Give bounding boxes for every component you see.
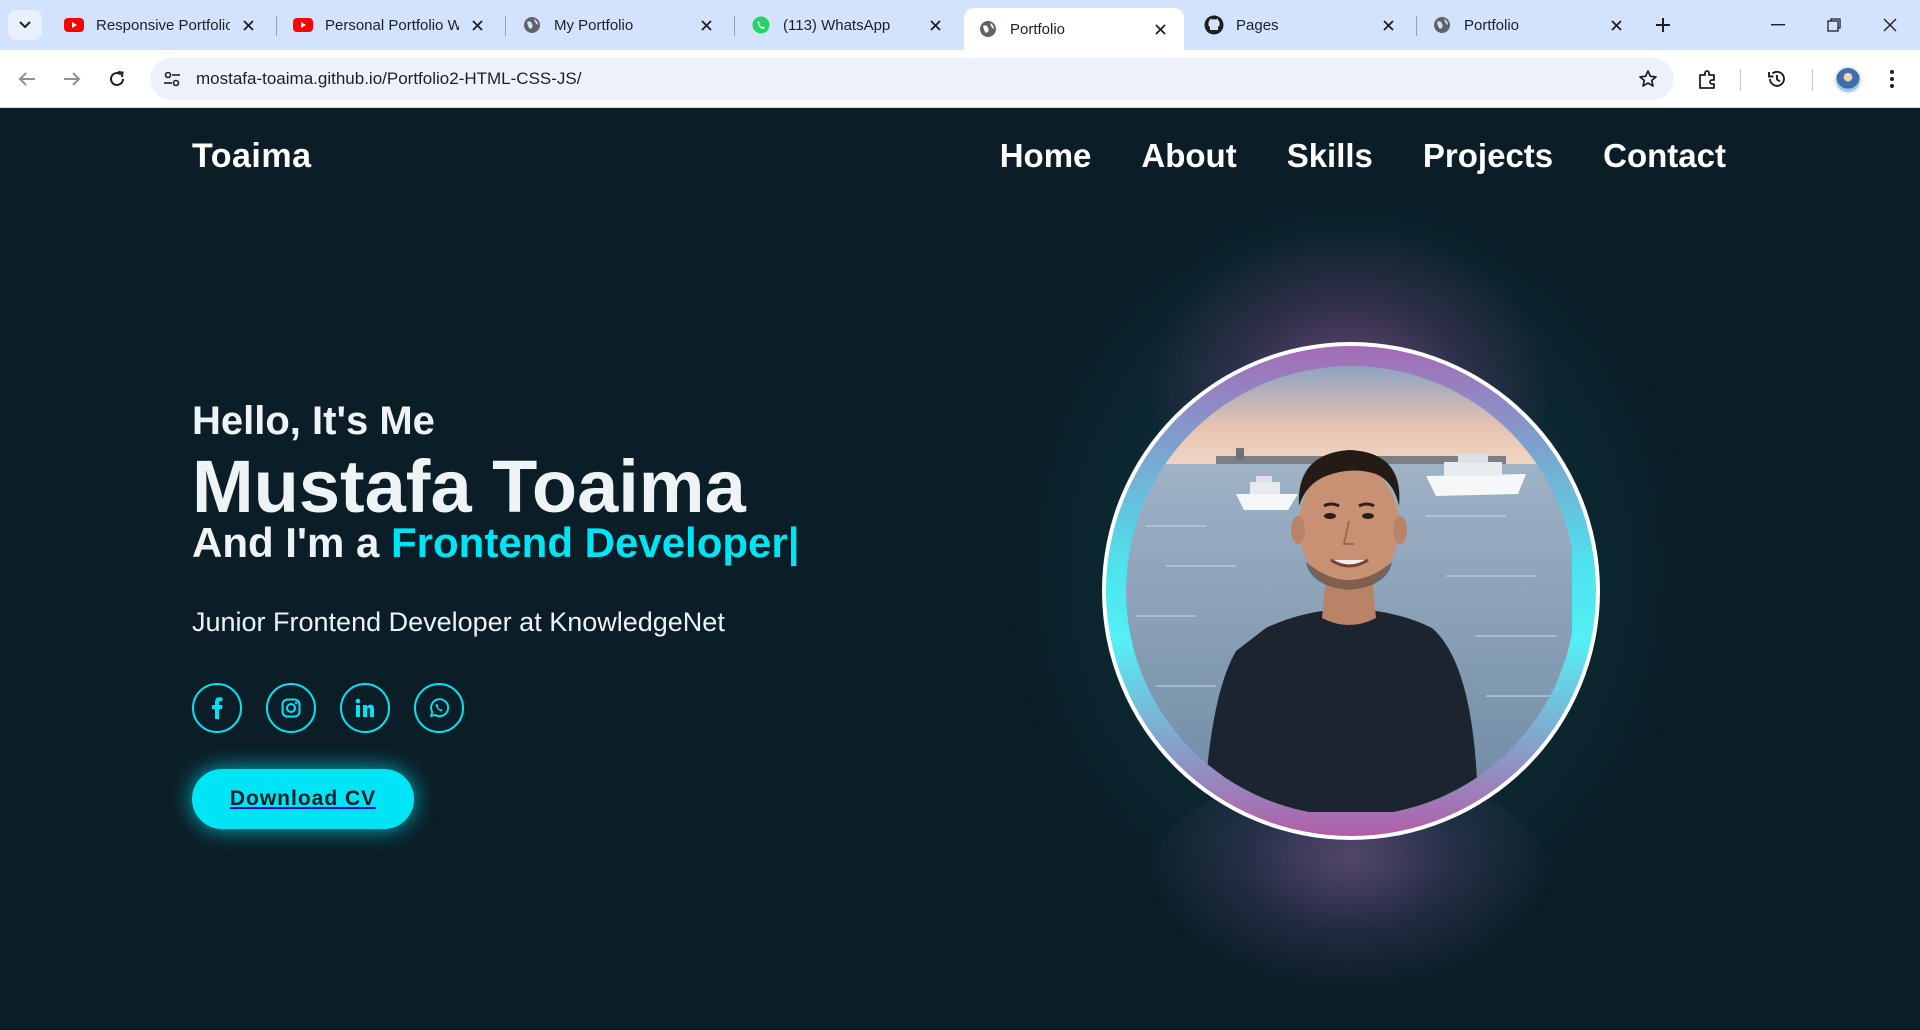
social-links bbox=[192, 683, 464, 733]
tab-title: Personal Portfolio We bbox=[325, 16, 459, 34]
close-icon[interactable] bbox=[1150, 19, 1170, 39]
portfolio-page: Toaima Home About Skills Projects Contac… bbox=[0, 109, 1920, 1030]
close-icon[interactable] bbox=[467, 15, 487, 35]
profile-avatar[interactable] bbox=[1834, 66, 1862, 94]
profile-photo-illustration bbox=[1126, 366, 1572, 812]
puzzle-icon bbox=[1699, 70, 1715, 89]
chevron-down-icon bbox=[19, 21, 31, 29]
close-icon[interactable] bbox=[696, 15, 716, 35]
download-cv-button[interactable]: Download CV bbox=[192, 769, 414, 829]
nav-skills[interactable]: Skills bbox=[1287, 137, 1373, 175]
profile-photo-frame bbox=[1102, 342, 1600, 840]
instagram-link[interactable] bbox=[266, 683, 316, 733]
nav-contact[interactable]: Contact bbox=[1603, 137, 1726, 175]
whatsapp-link[interactable] bbox=[414, 683, 464, 733]
browser-tab[interactable]: Pages bbox=[1190, 8, 1412, 42]
address-bar[interactable]: mostafa-toaima.github.io/Portfolio2-HTML… bbox=[150, 58, 1674, 100]
close-icon[interactable] bbox=[1378, 15, 1398, 35]
bookmark-star-icon[interactable] bbox=[1636, 67, 1660, 91]
url-text[interactable]: mostafa-toaima.github.io/Portfolio2-HTML… bbox=[196, 69, 581, 89]
extensions-button[interactable] bbox=[1694, 65, 1722, 93]
download-cv-label: Download CV bbox=[229, 787, 377, 810]
hero-name: Mustafa Toaima bbox=[192, 445, 746, 528]
site-info-icon[interactable] bbox=[160, 67, 184, 91]
browser-tab[interactable]: Responsive Portfolio bbox=[50, 8, 272, 42]
reload-button[interactable] bbox=[100, 62, 134, 96]
youtube-icon bbox=[64, 15, 84, 35]
tab-title: Pages bbox=[1236, 16, 1279, 34]
profile-photo-gradient bbox=[1106, 346, 1596, 836]
minimize-button[interactable] bbox=[1758, 10, 1798, 40]
browser-tab-active[interactable]: Portfolio bbox=[964, 8, 1184, 50]
history-button[interactable] bbox=[1763, 65, 1791, 93]
tab-title: Responsive Portfolio bbox=[96, 16, 230, 34]
restore-button[interactable] bbox=[1814, 10, 1854, 40]
plus-icon bbox=[1656, 18, 1670, 32]
site-logo[interactable]: Toaima bbox=[192, 137, 312, 176]
typing-caret: | bbox=[787, 519, 800, 566]
hero-subtitle: Junior Frontend Developer at KnowledgeNe… bbox=[192, 607, 725, 637]
close-icon[interactable] bbox=[238, 15, 258, 35]
browser-tab[interactable]: Portfolio bbox=[1418, 8, 1640, 42]
history-icon bbox=[1768, 70, 1785, 87]
arrow-right-icon bbox=[64, 72, 81, 86]
browser-tab[interactable]: My Portfolio bbox=[508, 8, 730, 42]
whatsapp-icon bbox=[751, 15, 771, 35]
browser-menu-button[interactable] bbox=[1878, 65, 1906, 93]
browser-tab[interactable]: Personal Portfolio We bbox=[279, 8, 501, 42]
back-button[interactable] bbox=[10, 62, 44, 96]
close-window-button[interactable] bbox=[1870, 10, 1910, 40]
github-icon bbox=[1204, 15, 1224, 35]
whatsapp-icon bbox=[430, 698, 450, 718]
more-vertical-icon bbox=[1890, 70, 1894, 88]
tab-search-button[interactable] bbox=[8, 10, 42, 40]
linkedin-link[interactable] bbox=[340, 683, 390, 733]
nav-home[interactable]: Home bbox=[1000, 137, 1092, 175]
forward-button[interactable] bbox=[55, 62, 89, 96]
close-icon[interactable] bbox=[925, 15, 945, 35]
facebook-icon bbox=[212, 697, 223, 719]
tab-title: Portfolio bbox=[1010, 20, 1066, 38]
nav-about[interactable]: About bbox=[1141, 137, 1236, 175]
close-icon[interactable] bbox=[1606, 15, 1626, 35]
main-nav: Home About Skills Projects Contact bbox=[1000, 137, 1726, 175]
globe-icon bbox=[978, 19, 998, 39]
reload-icon bbox=[110, 71, 124, 86]
arrow-left-icon bbox=[18, 72, 35, 86]
browser-toolbar: mostafa-toaima.github.io/Portfolio2-HTML… bbox=[0, 50, 1920, 108]
hero-role-highlight: Frontend Developer bbox=[391, 519, 788, 566]
facebook-link[interactable] bbox=[192, 683, 242, 733]
hero-role-prefix: And I'm a bbox=[192, 519, 380, 566]
nav-projects[interactable]: Projects bbox=[1423, 137, 1553, 175]
tab-title: Portfolio bbox=[1464, 16, 1520, 34]
globe-icon bbox=[522, 15, 542, 35]
tab-title: (113) WhatsApp bbox=[783, 16, 891, 34]
youtube-icon bbox=[293, 15, 313, 35]
browser-tab-strip: Responsive Portfolio Personal Portfolio … bbox=[0, 0, 1920, 50]
instagram-icon bbox=[281, 698, 301, 718]
tab-title: My Portfolio bbox=[554, 16, 634, 34]
hero-greeting: Hello, It's Me bbox=[192, 399, 435, 443]
new-tab-button[interactable] bbox=[1650, 12, 1676, 38]
globe-icon bbox=[1432, 15, 1452, 35]
browser-tab[interactable]: (113) WhatsApp bbox=[737, 8, 959, 42]
hero-role: And I'm a Frontend Developer| bbox=[192, 519, 800, 567]
profile-photo bbox=[1126, 366, 1576, 816]
linkedin-icon bbox=[355, 698, 374, 717]
